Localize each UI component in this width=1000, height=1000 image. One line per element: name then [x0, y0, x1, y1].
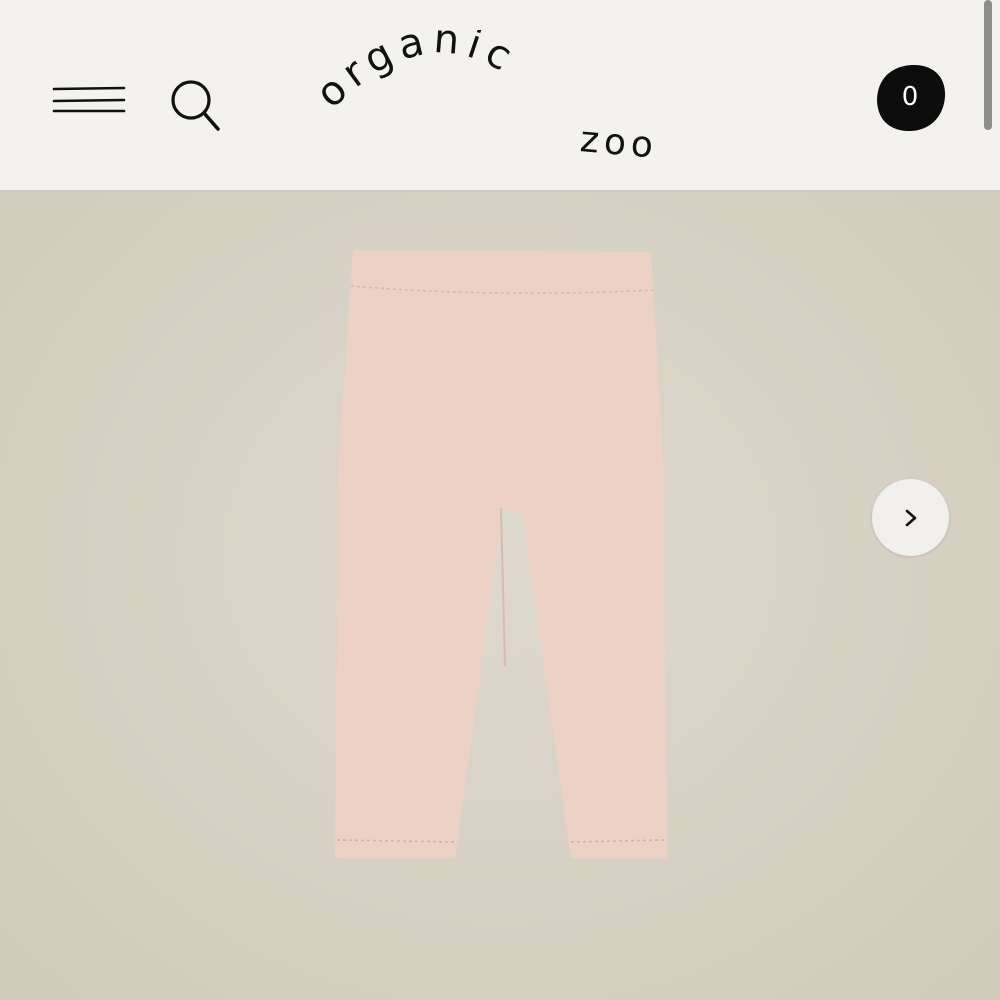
- next-image-button[interactable]: [872, 479, 949, 556]
- product-image[interactable]: [325, 246, 675, 866]
- cart-button[interactable]: 0: [874, 62, 950, 136]
- svg-text:organic: organic: [310, 30, 525, 117]
- cart-count: 0: [901, 82, 919, 112]
- logo-word-zoo: zoo: [579, 119, 660, 167]
- scrollbar[interactable]: [984, 0, 992, 130]
- menu-button[interactable]: [52, 84, 126, 116]
- brand-logo[interactable]: organic zoo: [307, 16, 690, 180]
- leggings-shape: [335, 250, 667, 858]
- inner-leg-shadow: [500, 507, 506, 667]
- search-icon: [171, 80, 220, 131]
- search-button[interactable]: [168, 76, 224, 136]
- hamburger-menu-icon: [52, 86, 126, 113]
- logo-word-organic: organic: [307, 16, 518, 117]
- chevron-right-icon: [905, 509, 916, 526]
- site-header: organic zoo 0: [0, 0, 1000, 192]
